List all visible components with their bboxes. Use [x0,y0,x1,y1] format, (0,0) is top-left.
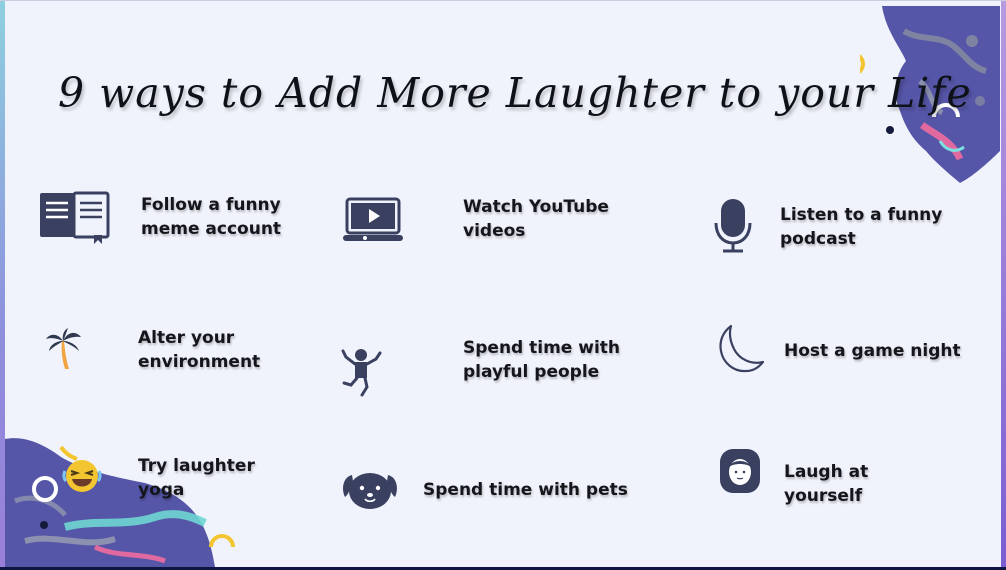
moon-icon [719,324,765,373]
item-playful-people: Spend time with playful people [463,336,620,384]
item-line: yoga [138,480,185,500]
item-line: Spend time with [463,338,621,358]
item-line: Laugh at [784,462,869,482]
item-line: Host a game night [784,341,961,361]
item-line: Listen to a funny [780,205,943,225]
item-line: Watch YouTube [463,197,609,217]
item-line: Follow a funny [141,195,281,215]
book-icon [40,191,110,244]
item-line: Spend time with pets [423,480,628,500]
item-laugh-at-yourself: Laugh at yourself [784,460,868,508]
item-host-game-night: Host a game night [784,339,961,363]
item-line: yourself [784,486,863,506]
item-spend-time-pets: Spend time with pets [423,478,628,502]
item-alter-environment: Alter your environment [138,326,260,374]
laughing-emoji-icon [62,460,102,492]
microphone-icon [714,199,752,253]
item-line: Alter your [138,328,235,348]
item-listen-podcast: Listen to a funny podcast [780,203,942,251]
woman-avatar-icon [720,449,760,493]
item-line: playful people [463,362,600,382]
video-laptop-icon [343,197,403,241]
palm-tree-icon [46,328,81,369]
jumping-person-icon [341,349,382,397]
dog-face-icon [343,473,397,509]
item-watch-youtube: Watch YouTube videos [463,195,609,243]
item-line: podcast [780,229,856,249]
slide: 9 ways to Add More Laughter to your Life… [0,0,1006,567]
slide-title: 9 ways to Add More Laughter to your Life [58,69,972,117]
item-line: meme account [141,219,282,239]
item-line: Try laughter [138,456,255,476]
item-follow-meme-account: Follow a funny meme account [141,193,281,241]
item-line: videos [463,221,526,241]
item-line: environment [138,352,261,372]
item-laughter-yoga: Try laughter yoga [138,454,255,502]
